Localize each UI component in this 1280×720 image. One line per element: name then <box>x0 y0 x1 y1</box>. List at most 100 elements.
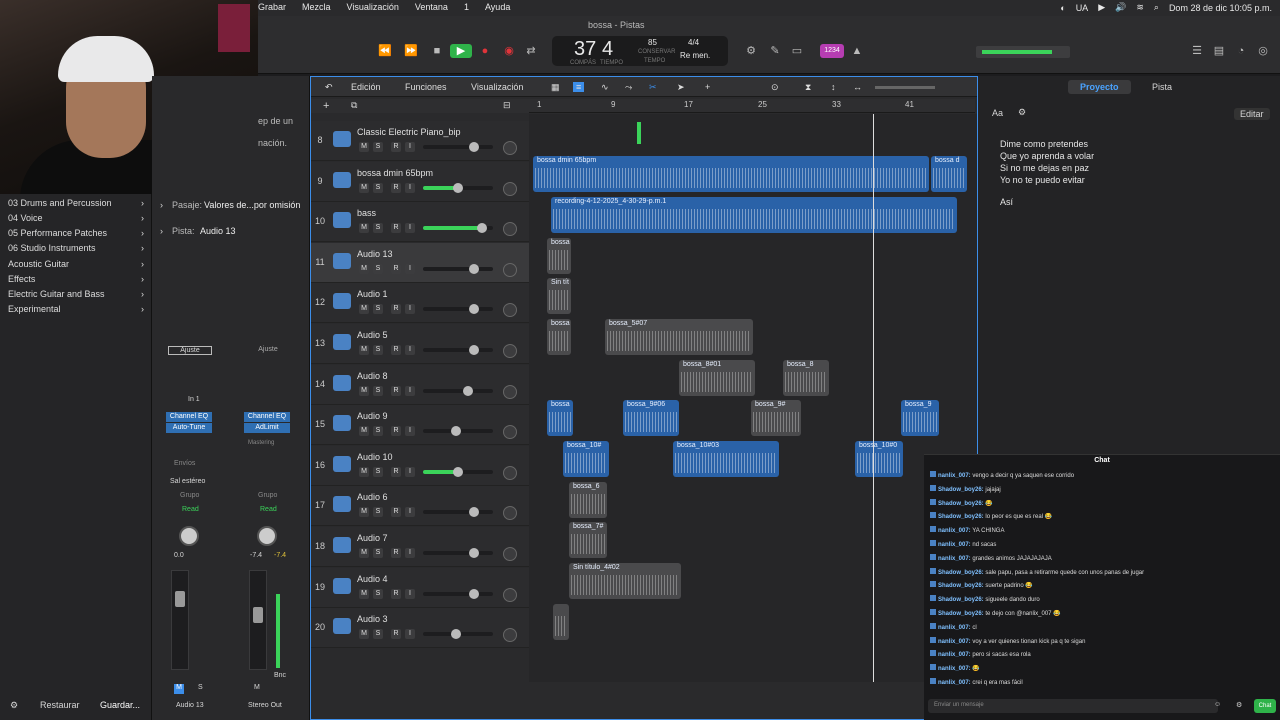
library-item[interactable]: 06 Studio Instruments › <box>8 243 144 253</box>
audio-region[interactable]: bossa_10# <box>563 441 609 477</box>
audio-region[interactable]: bossa_8 <box>783 360 829 396</box>
setting-button[interactable]: Ajuste <box>246 346 290 353</box>
volume-fader[interactable] <box>249 570 267 670</box>
audio-region[interactable]: bossa_10#03 <box>673 441 779 477</box>
mute-button[interactable]: M <box>359 345 369 355</box>
input-monitor-button[interactable]: I <box>405 385 415 396</box>
track-name[interactable]: Audio 7 <box>357 533 388 543</box>
track-header[interactable]: 11 Audio 13 M S R I <box>311 242 529 283</box>
timeline-ruler[interactable]: 1 9 17 25 33 41 <box>529 99 975 113</box>
list-icon[interactable]: ☰ <box>1188 44 1206 58</box>
play-icon[interactable]: ▶ <box>1098 2 1105 13</box>
solo-button[interactable]: S <box>373 263 383 274</box>
record-enable-button[interactable]: R <box>391 182 401 193</box>
pencil-tool-icon[interactable]: + <box>705 82 710 92</box>
vertical-zoom-icon[interactable]: ↕ <box>831 82 836 92</box>
track-header[interactable]: 8 Classic Electric Piano_bip M S R I <box>311 121 529 161</box>
audio-region[interactable]: bossa d <box>931 156 967 192</box>
volume-cap[interactable] <box>469 507 479 518</box>
track-disclosure-icon[interactable]: › <box>160 226 163 236</box>
library-item[interactable]: Acoustic Guitar › <box>8 259 144 269</box>
audio-region[interactable]: bossa_9# <box>751 400 801 436</box>
menu-mezcla[interactable]: Mezcla <box>302 2 331 12</box>
chat-username[interactable]: Shadow_boy26: <box>938 514 984 520</box>
back-icon[interactable]: ↶ <box>325 82 333 93</box>
waveform-zoom-icon[interactable]: ⧗ <box>805 82 811 93</box>
pan-knob[interactable] <box>503 425 517 440</box>
chat-username[interactable]: nanlix_007: <box>938 556 971 562</box>
pan-knob[interactable] <box>503 344 517 358</box>
pan-knob[interactable] <box>503 587 517 602</box>
tab-project[interactable]: Proyecto <box>1068 80 1131 94</box>
track-name[interactable]: Audio 6 <box>357 492 388 502</box>
list-view-icon[interactable]: ≡ <box>573 82 585 92</box>
record-enable-button[interactable]: R <box>391 466 401 477</box>
audio-region[interactable]: Sin tít <box>547 278 571 314</box>
pan-knob[interactable] <box>503 262 517 277</box>
audio-region[interactable]: bossa <box>547 319 571 355</box>
wifi-icon[interactable]: ≋ <box>1136 2 1144 13</box>
mute-button[interactable]: M <box>359 426 369 437</box>
bounce-button[interactable]: Bnc <box>274 672 286 679</box>
solo-button[interactable]: S <box>373 588 383 599</box>
library-item[interactable]: 04 Voice › <box>8 213 144 223</box>
chat-username[interactable]: nanlix_007: <box>938 542 971 548</box>
track-name[interactable]: Audio 8 <box>357 371 388 381</box>
pan-knob[interactable] <box>503 141 517 155</box>
track-header[interactable]: 13 Audio 5 MSRI <box>311 324 529 364</box>
menu-ventana[interactable]: Ventana <box>415 2 448 12</box>
library-item[interactable]: 03 Drums and Percussion › <box>8 198 144 208</box>
fader-cap[interactable] <box>253 607 263 623</box>
functions-menu[interactable]: Funciones <box>405 82 447 92</box>
input-monitor-button[interactable]: I <box>405 548 415 558</box>
track-options-icon[interactable]: ⊟ <box>503 100 511 111</box>
record-enable-button[interactable]: R <box>391 426 401 437</box>
volume-fader[interactable] <box>171 570 189 670</box>
track-name[interactable]: bass <box>357 208 376 218</box>
menu-1[interactable]: 1 <box>464 2 469 12</box>
chat-username[interactable]: Shadow_boy26: <box>938 597 984 603</box>
audio-region[interactable]: bossa <box>547 400 573 436</box>
track-name[interactable]: bossa dmin 65bpm <box>357 168 433 178</box>
input-monitor-button[interactable]: I <box>405 588 415 599</box>
library-item[interactable]: 05 Performance Patches › <box>8 228 144 238</box>
mastering-slot[interactable]: Mastering <box>248 440 274 446</box>
clock[interactable]: Dom 28 de dic 10:05 p.m. <box>1169 3 1272 13</box>
font-button[interactable]: Aa <box>992 108 1003 118</box>
chat-send-button[interactable]: Chat <box>1254 699 1276 713</box>
volume-slider[interactable] <box>423 629 493 640</box>
solo-button[interactable]: S <box>373 548 383 558</box>
edit-tool-icon[interactable]: ✎ <box>766 44 784 58</box>
track-name[interactable]: Classic Electric Piano_bip <box>357 127 461 137</box>
input-monitor-button[interactable]: I <box>405 345 415 355</box>
input-monitor-button[interactable]: I <box>405 507 415 518</box>
input-language[interactable]: UA <box>1076 3 1089 13</box>
track-header[interactable]: 9 bossa dmin 65bpm M S R I <box>311 161 529 202</box>
edit-button[interactable]: Editar <box>1234 108 1270 120</box>
save-button[interactable]: Guardar... <box>100 700 140 710</box>
input-monitor-button[interactable]: I <box>405 466 415 477</box>
track-header[interactable]: 14 Audio 8 MSRI <box>311 364 529 405</box>
pan-knob[interactable] <box>503 384 517 399</box>
menu-grabar[interactable]: Grabar <box>258 2 286 12</box>
tab-track[interactable]: Pista <box>1152 82 1172 92</box>
pan-knob[interactable] <box>503 506 517 521</box>
pan-knob[interactable] <box>503 222 517 237</box>
volume-cap[interactable] <box>469 345 479 355</box>
volume-slider[interactable] <box>423 345 493 355</box>
track-name[interactable]: Audio 10 <box>357 452 393 462</box>
pan-knob[interactable] <box>503 181 517 196</box>
volume-cap[interactable] <box>469 588 479 599</box>
lcd-display[interactable]: 37 4 COMPÁS TIEMPO 85 CONSERVAR TEMPO 4/… <box>552 36 728 66</box>
audio-region[interactable]: bossa dmin 65bpm <box>533 156 929 192</box>
track-header[interactable]: 10 bass M S R I <box>311 202 529 243</box>
mute-button[interactable]: M <box>359 588 369 599</box>
record-enable-button[interactable]: R <box>391 548 401 558</box>
track-header[interactable]: 19 Audio 4 MSRI <box>311 567 529 608</box>
volume-slider[interactable] <box>423 548 493 558</box>
count-in-button[interactable]: 1234 <box>820 44 844 58</box>
track-name[interactable]: Audio 4 <box>357 574 388 584</box>
chat-username[interactable]: Shadow_boy26: <box>938 501 984 507</box>
settings-icon[interactable]: ⚙ <box>1018 107 1026 118</box>
library-item[interactable]: Effects › <box>8 274 144 284</box>
